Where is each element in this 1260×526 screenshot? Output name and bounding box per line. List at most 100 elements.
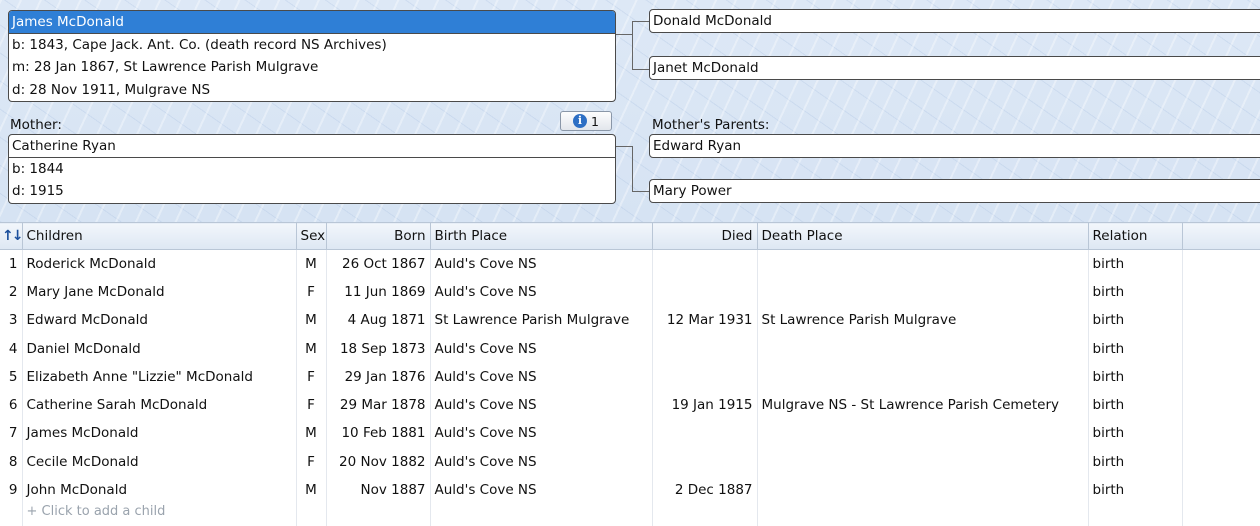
mother-card[interactable]: Catherine Ryan b: 1844 d: 1915: [8, 134, 616, 204]
father-birth: b: 1843, Cape Jack. Ant. Co. (death reco…: [12, 36, 387, 53]
child-birth-place: Auld's Cove NS: [430, 362, 653, 391]
child-number: 4: [0, 334, 23, 363]
father-marriage: m: 28 Jan 1867, St Lawrence Parish Mulgr…: [12, 59, 319, 75]
col-children[interactable]: Children: [22, 222, 297, 250]
child-name: James McDonald: [22, 419, 297, 448]
child-sex: M: [296, 419, 327, 448]
child-died: 12 Mar 1931: [652, 306, 758, 335]
add-child-link[interactable]: + Click to add a child: [22, 504, 297, 526]
children-table: ↑↓ Children Sex Born Birth Place Died De…: [0, 222, 1260, 526]
info-icon: i: [573, 114, 588, 128]
table-row[interactable]: 6 Catherine Sarah McDonald F 29 Mar 1878 Aul…: [0, 390, 1260, 420]
child-born: Nov 1887: [326, 475, 431, 505]
child-number: 6: [0, 390, 23, 420]
child-name: Edward McDonald: [22, 306, 297, 335]
sort-arrows-icon[interactable]: ↑↓: [2, 228, 21, 244]
table-row[interactable]: 1 Roderick McDonald M 26 Oct 1867 Auld's Cov…: [0, 249, 1260, 278]
child-death-place: [757, 249, 1089, 278]
child-sex: F: [296, 362, 327, 391]
child-birth-place: Auld's Cove NS: [430, 249, 653, 278]
mother-parents-bracket: [632, 146, 650, 192]
child-number: 7: [0, 419, 23, 448]
child-relation: birth: [1088, 475, 1183, 505]
child-born: 20 Nov 1882: [326, 447, 431, 476]
child-died: 19 Jan 1915: [652, 390, 758, 420]
row-filler: [1182, 419, 1260, 448]
row-filler: [1182, 306, 1260, 335]
child-relation: birth: [1088, 362, 1183, 391]
table-row[interactable]: 3 Edward McDonald M 4 Aug 1871 St Lawrence P…: [0, 306, 1260, 335]
child-died: 2 Dec 1887: [652, 475, 758, 505]
child-number: 9: [0, 475, 23, 505]
father-father-box[interactable]: Donald McDonald: [649, 9, 1260, 33]
child-number: 8: [0, 447, 23, 476]
child-sex: M: [296, 306, 327, 335]
child-death-place: [757, 277, 1089, 307]
father-parents-bracket: [632, 21, 650, 70]
child-name: Elizabeth Anne "Lizzie" McDonald: [22, 362, 297, 391]
child-death-place: [757, 419, 1089, 448]
mother-parents-connector: [616, 146, 632, 147]
child-died: [652, 419, 758, 448]
col-born[interactable]: Born: [326, 222, 431, 250]
father-parents-connector: [616, 34, 632, 35]
mother-name[interactable]: Catherine Ryan: [9, 135, 615, 158]
child-sex: F: [296, 390, 327, 420]
child-birth-place: Auld's Cove NS: [430, 419, 653, 448]
child-death-place: [757, 475, 1089, 505]
col-relation[interactable]: Relation: [1088, 222, 1183, 250]
mother-mother-box[interactable]: Mary Power: [649, 179, 1260, 203]
child-name: Mary Jane McDonald: [22, 277, 297, 307]
child-relation: birth: [1088, 334, 1183, 363]
col-birth-place[interactable]: Birth Place: [430, 222, 653, 250]
col-died[interactable]: Died: [652, 222, 758, 250]
mother-father-box[interactable]: Edward Ryan: [649, 134, 1260, 158]
row-filler: [1182, 334, 1260, 363]
child-death-place: [757, 362, 1089, 391]
row-filler: [1182, 362, 1260, 391]
table-row[interactable]: 9 John McDonald M Nov 1887 Auld's Cove NS 2 D…: [0, 475, 1260, 505]
col-sex[interactable]: Sex: [296, 222, 327, 250]
child-birth-place: St Lawrence Parish Mulgrave: [430, 306, 653, 335]
child-death-place: Mulgrave NS - St Lawrence Parish Cemeter…: [757, 390, 1089, 420]
child-name: Roderick McDonald: [22, 249, 297, 278]
father-mother-box[interactable]: Janet McDonald: [649, 56, 1260, 80]
child-birth-place: Auld's Cove NS: [430, 277, 653, 307]
child-born: 18 Sep 1873: [326, 334, 431, 363]
col-death-place[interactable]: Death Place: [757, 222, 1089, 250]
row-filler: [1182, 277, 1260, 307]
child-name: Catherine Sarah McDonald: [22, 390, 297, 420]
table-row[interactable]: 8 Cecile McDonald F 20 Nov 1882 Auld's Cove …: [0, 447, 1260, 476]
child-relation: birth: [1088, 419, 1183, 448]
child-born: 29 Mar 1878: [326, 390, 431, 420]
table-row[interactable]: 2 Mary Jane McDonald F 11 Jun 1869 Auld's Co…: [0, 277, 1260, 307]
notes-count: 1: [591, 113, 599, 129]
child-name: Daniel McDonald: [22, 334, 297, 363]
child-birth-place: Auld's Cove NS: [430, 447, 653, 476]
table-row[interactable]: 7 James McDonald M 10 Feb 1881 Auld's Cove N…: [0, 419, 1260, 448]
child-birth-place: Auld's Cove NS: [430, 334, 653, 363]
table-header: ↑↓ Children Sex Born Birth Place Died De…: [0, 222, 1260, 250]
row-filler: [1182, 249, 1260, 278]
child-sex: M: [296, 475, 327, 505]
table-row[interactable]: 5 Elizabeth Anne "Lizzie" McDonald F 29 Jan…: [0, 362, 1260, 391]
row-filler: [1182, 475, 1260, 505]
child-born: 26 Oct 1867: [326, 249, 431, 278]
child-relation: birth: [1088, 277, 1183, 307]
child-died: [652, 447, 758, 476]
table-row[interactable]: 4 Daniel McDonald M 18 Sep 1873 Auld's Cove …: [0, 334, 1260, 363]
child-sex: F: [296, 447, 327, 476]
child-number: 2: [0, 277, 23, 307]
father-name[interactable]: James McDonald: [9, 11, 615, 34]
sort-header[interactable]: ↑↓: [0, 222, 23, 250]
child-birth-place: Auld's Cove NS: [430, 475, 653, 505]
add-child-row[interactable]: + Click to add a child: [0, 504, 1260, 526]
child-name: John McDonald: [22, 475, 297, 505]
child-died: [652, 362, 758, 391]
child-birth-place: Auld's Cove NS: [430, 390, 653, 420]
notes-button[interactable]: i 1: [560, 111, 612, 131]
child-sex: M: [296, 334, 327, 363]
father-death: d: 28 Nov 1911, Mulgrave NS: [12, 81, 211, 98]
father-card[interactable]: James McDonald b: 1843, Cape Jack. Ant. …: [8, 10, 616, 102]
child-number: 3: [0, 306, 23, 335]
